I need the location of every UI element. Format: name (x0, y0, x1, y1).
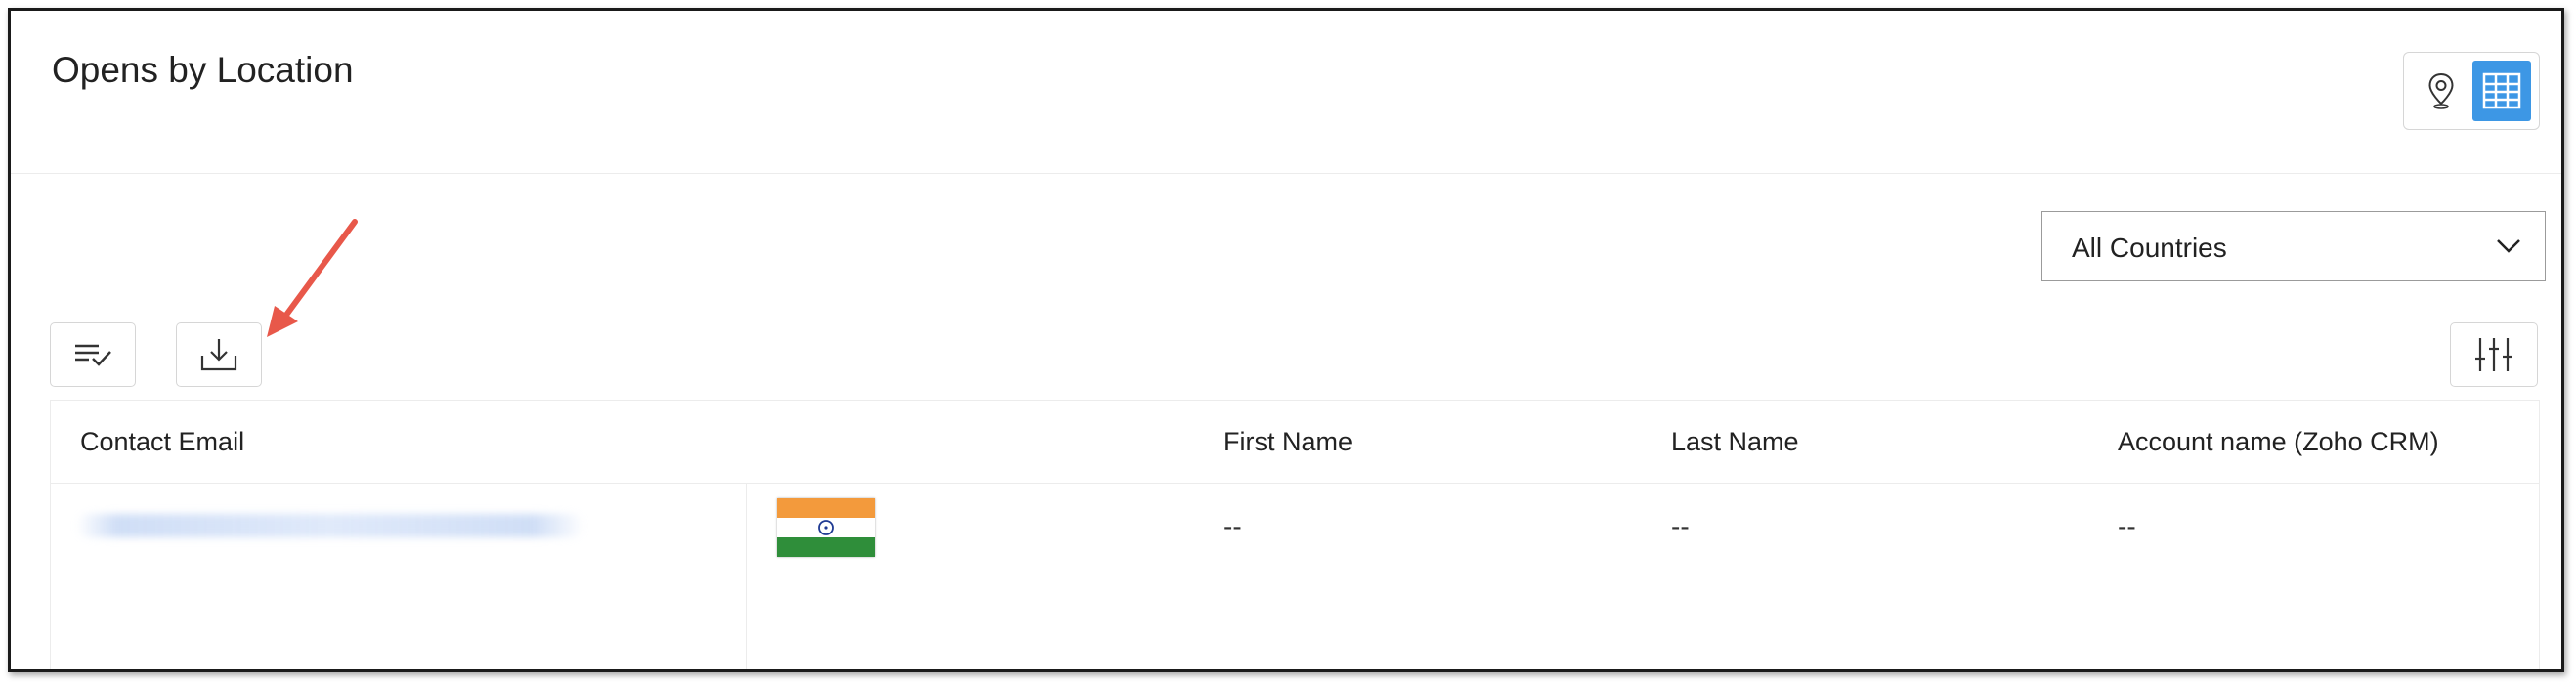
view-toggle (2403, 52, 2540, 130)
table-grid-icon (2482, 72, 2521, 109)
column-settings-button[interactable] (2450, 322, 2538, 387)
sliders-icon (2475, 338, 2512, 371)
locations-table: Contact Email First Name Last Name Accou… (50, 400, 2540, 669)
annotation-arrow (267, 219, 358, 337)
country-dropdown-value: All Countries (2072, 233, 2227, 263)
cell-last-name: -- (1671, 511, 1690, 541)
chevron-down-icon (2497, 239, 2520, 253)
column-header-first-name[interactable]: First Name (1224, 427, 1352, 457)
page-title: Opens by Location (52, 50, 354, 90)
select-rows-button[interactable] (50, 322, 136, 387)
download-icon (200, 339, 237, 371)
map-pin-icon (2428, 72, 2454, 109)
column-header-account-name[interactable]: Account name (Zoho CRM) (2118, 427, 2439, 457)
cell-first-name: -- (1224, 511, 1242, 541)
column-header-last-name[interactable]: Last Name (1671, 427, 1799, 457)
table-header: Contact Email First Name Last Name Accou… (51, 401, 2539, 484)
list-check-icon (75, 344, 111, 366)
cell-account-name: -- (2118, 511, 2136, 541)
column-header-contact-email[interactable]: Contact Email (80, 427, 244, 457)
panel-header: Opens by Location (11, 11, 2561, 174)
column-divider (746, 483, 747, 669)
table-view-button[interactable] (2472, 61, 2531, 121)
download-button[interactable] (176, 322, 262, 387)
india-flag-icon (777, 498, 875, 557)
country-dropdown[interactable]: All Countries (2041, 211, 2546, 281)
contact-email-redacted[interactable] (76, 514, 584, 537)
report-panel: Opens by Location All Countries Contact … (8, 8, 2564, 672)
map-view-button[interactable] (2412, 61, 2470, 121)
